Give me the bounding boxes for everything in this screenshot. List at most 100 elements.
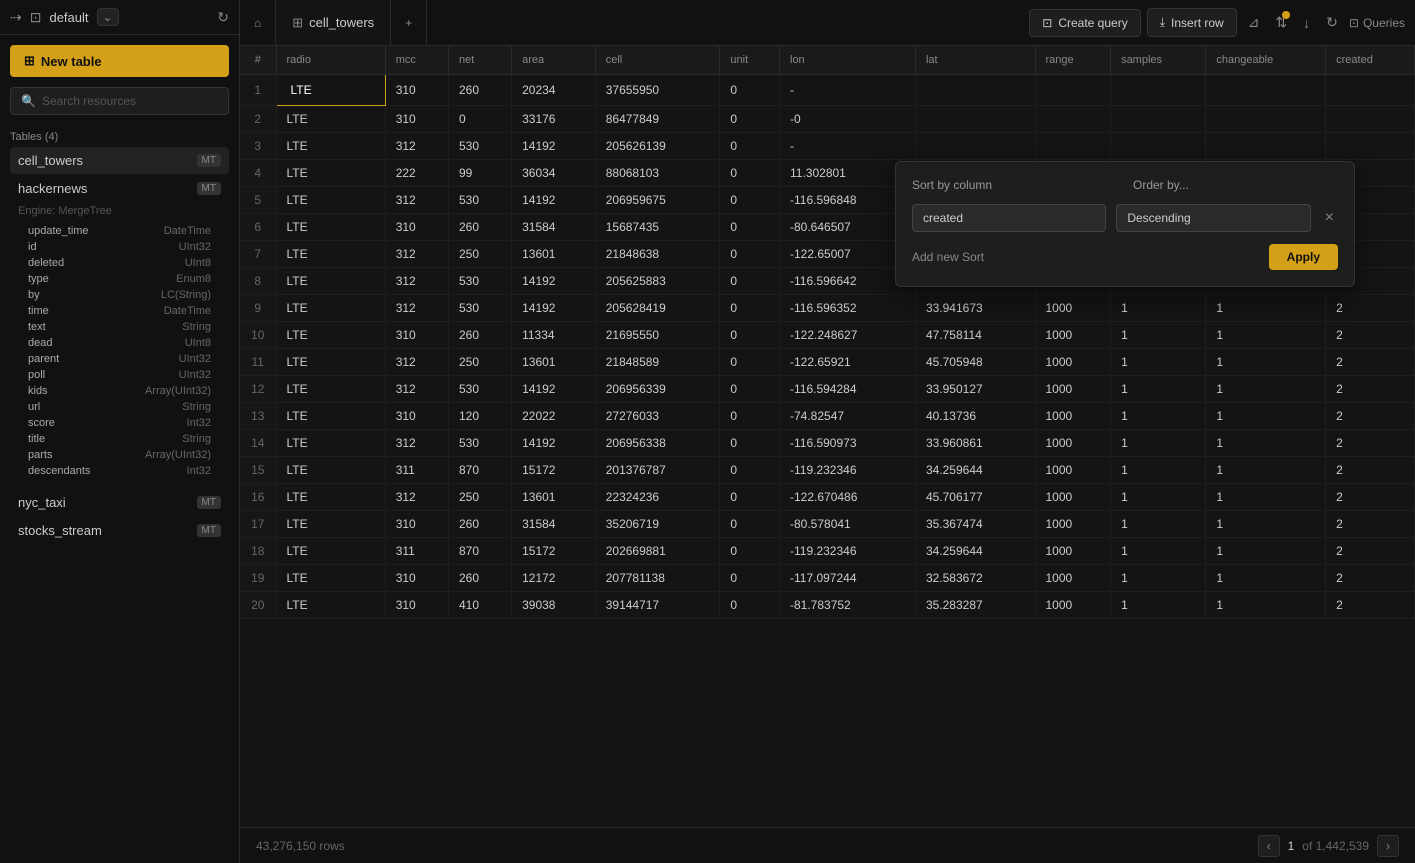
cell-mcc[interactable]: 312 — [385, 268, 448, 295]
cell-area[interactable]: 12172 — [512, 565, 596, 592]
cell-area[interactable]: 14192 — [512, 295, 596, 322]
col-header-radio[interactable]: radio — [276, 46, 385, 75]
cell-net[interactable]: 530 — [449, 295, 512, 322]
cell-mcc[interactable]: 310 — [385, 322, 448, 349]
cell-unit[interactable]: 0 — [720, 349, 780, 376]
cell-lon[interactable]: - — [780, 133, 916, 160]
cell-cell[interactable]: 88068103 — [595, 160, 720, 187]
cell-cell[interactable]: 202669881 — [595, 538, 720, 565]
cell-mcc[interactable]: 311 — [385, 538, 448, 565]
cell-range[interactable]: 1000 — [1035, 430, 1111, 457]
cell-cell[interactable]: 21848638 — [595, 241, 720, 268]
cell-lon[interactable]: -116.590973 — [780, 430, 916, 457]
cell-changeable[interactable]: 1 — [1206, 295, 1326, 322]
cell-radio[interactable]: LTE — [276, 160, 385, 187]
cell-created[interactable]: 2 — [1326, 430, 1415, 457]
cell-range[interactable]: 1000 — [1035, 457, 1111, 484]
cell-cell[interactable]: 206956338 — [595, 430, 720, 457]
cell-radio[interactable]: LTE — [276, 511, 385, 538]
cell-samples[interactable] — [1111, 75, 1206, 106]
cell-cell[interactable]: 39144717 — [595, 592, 720, 619]
cell-area[interactable]: 11334 — [512, 322, 596, 349]
cell-lat[interactable] — [915, 106, 1035, 133]
cell-changeable[interactable]: 1 — [1206, 511, 1326, 538]
cell-changeable[interactable]: 1 — [1206, 322, 1326, 349]
cell-range[interactable] — [1035, 133, 1111, 160]
cell-cell[interactable]: 205626139 — [595, 133, 720, 160]
next-page-button[interactable]: › — [1377, 835, 1399, 857]
cell-samples[interactable]: 1 — [1111, 511, 1206, 538]
col-header-area[interactable]: area — [512, 46, 596, 75]
cell-range[interactable]: 1000 — [1035, 565, 1111, 592]
cell-samples[interactable]: 1 — [1111, 538, 1206, 565]
cell-created[interactable]: 2 — [1326, 565, 1415, 592]
search-box[interactable]: 🔍 — [10, 87, 229, 115]
cell-mcc[interactable]: 312 — [385, 430, 448, 457]
cell-radio[interactable]: LTE — [276, 241, 385, 268]
cell-created[interactable] — [1326, 75, 1415, 106]
cell-changeable[interactable] — [1206, 106, 1326, 133]
cell-changeable[interactable]: 1 — [1206, 592, 1326, 619]
sort-column-select[interactable]: created — [912, 204, 1106, 232]
cell-changeable[interactable] — [1206, 133, 1326, 160]
cell-area[interactable]: 14192 — [512, 376, 596, 403]
cell-samples[interactable]: 1 — [1111, 322, 1206, 349]
cell-samples[interactable] — [1111, 106, 1206, 133]
cell-created[interactable] — [1326, 133, 1415, 160]
cell-range[interactable]: 1000 — [1035, 349, 1111, 376]
col-header-net[interactable]: net — [449, 46, 512, 75]
col-header-range[interactable]: range — [1035, 46, 1111, 75]
cell-unit[interactable]: 0 — [720, 241, 780, 268]
cell-net[interactable]: 260 — [449, 565, 512, 592]
new-table-button[interactable]: ⊞ New table — [10, 45, 229, 77]
cell-radio[interactable]: LTE — [276, 187, 385, 214]
cell-changeable[interactable]: 1 — [1206, 376, 1326, 403]
cell-net[interactable]: 250 — [449, 484, 512, 511]
cell-area[interactable]: 33176 — [512, 106, 596, 133]
cell-radio[interactable]: LTE — [276, 349, 385, 376]
cell-unit[interactable]: 0 — [720, 592, 780, 619]
cell-net[interactable]: 260 — [449, 322, 512, 349]
cell-area[interactable]: 39038 — [512, 592, 596, 619]
cell-lat[interactable]: 33.950127 — [915, 376, 1035, 403]
cell-mcc[interactable]: 312 — [385, 241, 448, 268]
cell-mcc[interactable]: 310 — [385, 565, 448, 592]
prev-page-button[interactable]: ‹ — [1258, 835, 1280, 857]
cell-radio[interactable]: LTE — [276, 538, 385, 565]
cell-radio[interactable]: LTE — [276, 214, 385, 241]
home-button[interactable]: ⌂ — [240, 0, 276, 45]
cell-lat[interactable]: 33.960861 — [915, 430, 1035, 457]
cell-unit[interactable]: 0 — [720, 457, 780, 484]
cell-cell[interactable]: 205628419 — [595, 295, 720, 322]
col-header-lon[interactable]: lon — [780, 46, 916, 75]
filter-button[interactable]: ⊿ — [1243, 9, 1265, 36]
cell-net[interactable]: 250 — [449, 241, 512, 268]
cell-created[interactable]: 2 — [1326, 295, 1415, 322]
cell-samples[interactable]: 1 — [1111, 403, 1206, 430]
cell-cell[interactable]: 207781138 — [595, 565, 720, 592]
cell-samples[interactable]: 1 — [1111, 295, 1206, 322]
cell-radio[interactable]: LTE — [276, 376, 385, 403]
cell-samples[interactable]: 1 — [1111, 565, 1206, 592]
cell-mcc[interactable]: 310 — [385, 403, 448, 430]
cell-area[interactable]: 31584 — [512, 511, 596, 538]
cell-mcc[interactable]: 222 — [385, 160, 448, 187]
cell-cell[interactable]: 205625883 — [595, 268, 720, 295]
cell-lat[interactable]: 35.367474 — [915, 511, 1035, 538]
cell-range[interactable]: 1000 — [1035, 322, 1111, 349]
cell-mcc[interactable]: 312 — [385, 484, 448, 511]
add-tab-button[interactable]: + — [391, 0, 427, 45]
cell-area[interactable]: 13601 — [512, 241, 596, 268]
cell-changeable[interactable]: 1 — [1206, 538, 1326, 565]
cell-net[interactable]: 530 — [449, 430, 512, 457]
cell-net[interactable]: 120 — [449, 403, 512, 430]
cell-lat[interactable]: 40.13736 — [915, 403, 1035, 430]
cell-unit[interactable]: 0 — [720, 430, 780, 457]
cell-area[interactable]: 13601 — [512, 484, 596, 511]
cell-unit[interactable]: 0 — [720, 403, 780, 430]
queries-label[interactable]: ⊡ Queries — [1349, 16, 1405, 30]
cell-net[interactable]: 0 — [449, 106, 512, 133]
cell-range[interactable]: 1000 — [1035, 538, 1111, 565]
cell-area[interactable]: 31584 — [512, 214, 596, 241]
cell-samples[interactable]: 1 — [1111, 592, 1206, 619]
